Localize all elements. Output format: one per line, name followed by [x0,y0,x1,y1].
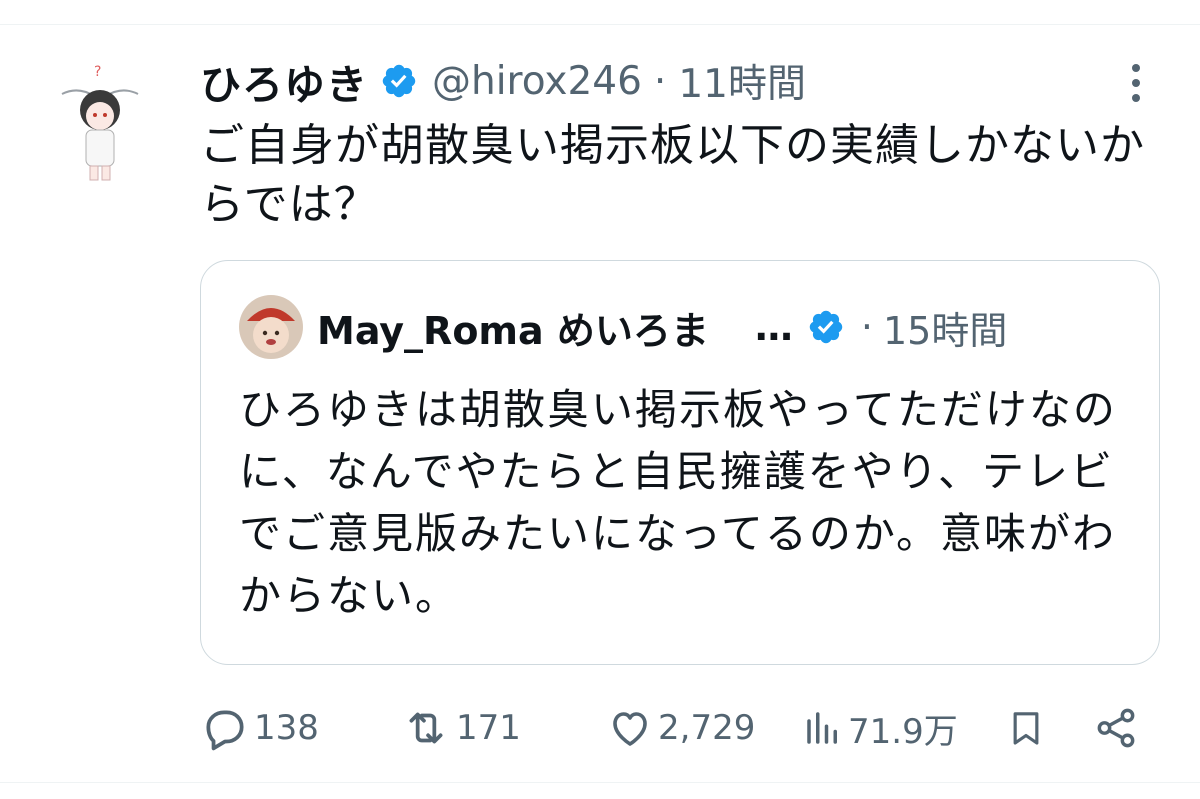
retweet-count: 171 [456,708,521,748]
tweet-text: ご自身が胡散臭い掲示板以下の実績しかないからでは？ [200,120,1145,230]
like-button[interactable]: 2,729 [606,698,755,758]
quoted-author-name[interactable]: May_Roma めいろま [317,300,709,355]
views-icon [807,712,837,744]
more-icon[interactable] [1121,62,1151,104]
separator: · [860,305,873,349]
top-divider [0,0,1200,25]
separator: · [653,58,667,104]
retweet-button[interactable]: 171 [400,698,521,758]
verified-icon [382,64,416,98]
quoted-author-avatar[interactable] [239,295,303,359]
quoted-tweet[interactable]: May_Roma めいろま … · 15時間 ひろゆきは胡散臭い掲示板やってただ… [200,260,1160,665]
bookmark-icon [1013,712,1039,745]
svg-text:?: ? [94,64,101,80]
bottom-divider [0,782,1200,783]
view-count: 71.9万 [848,711,958,752]
bookmark-button[interactable] [1006,698,1046,758]
like-count: 2,729 [658,708,756,748]
author-handle[interactable]: @hirox246 [432,59,642,104]
retweet-icon [409,712,443,744]
quoted-header: May_Roma めいろま … · 15時間 [317,295,1007,359]
reply-button[interactable]: 138 [200,698,319,758]
tweet-header: ひろゆき @hirox246 · 11時間 [200,50,806,112]
reply-count: 138 [254,708,319,748]
name-truncation: … [754,305,793,349]
tweet-timestamp[interactable]: 11時間 [678,53,806,109]
views-button[interactable]: 71.9万 [802,698,958,758]
action-bar: 138 171 2,729 71.9万 [0,698,1200,758]
reply-icon [206,710,244,751]
author-avatar[interactable]: ? [52,60,148,188]
share-icon [1097,708,1135,748]
like-icon [613,712,647,746]
quoted-text: ひろゆきは胡散臭い掲示板やってただけなのに、なんでやたらと自民擁護をやり、テレビ… [239,385,1117,620]
quoted-timestamp[interactable]: 15時間 [883,300,1007,355]
author-name[interactable]: ひろゆき [200,51,368,111]
share-button[interactable] [1093,698,1139,758]
verified-icon [809,310,843,344]
